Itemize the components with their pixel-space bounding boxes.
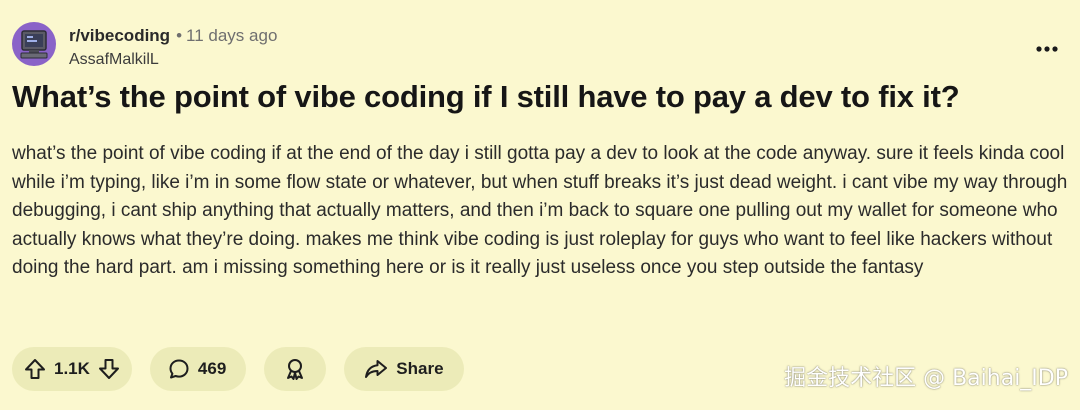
comment-bubble-icon	[169, 359, 189, 379]
post-header: r/vibecoding • 11 days ago AssafMalkilL	[12, 22, 277, 71]
author-link[interactable]: AssafMalkilL	[69, 49, 277, 71]
post-meta-line: r/vibecoding • 11 days ago	[69, 24, 277, 48]
share-label: Share	[396, 359, 444, 378]
vote-control: 1.1K	[12, 347, 132, 391]
computer-icon	[20, 30, 48, 59]
vote-count: 1.1K	[54, 359, 90, 378]
post-body: what’s the point of vibe coding if at th…	[12, 143, 1068, 278]
share-button[interactable]: Share	[344, 347, 464, 391]
award-button[interactable]	[264, 347, 327, 391]
subreddit-link[interactable]: r/vibecoding	[69, 26, 170, 45]
comments-button[interactable]: 469	[149, 347, 247, 391]
more-options-icon	[1036, 46, 1058, 52]
more-options-button[interactable]	[1030, 32, 1064, 66]
upvote-arrow-icon	[25, 359, 45, 379]
share-arrow-icon	[365, 360, 388, 378]
award-ribbon-icon	[287, 359, 304, 380]
post-title[interactable]: What’s the point of vibe coding if I sti…	[12, 76, 960, 118]
upvote-button[interactable]	[24, 358, 46, 380]
post-meta: r/vibecoding • 11 days ago AssafMalkilL	[69, 24, 277, 71]
post-time: 11 days ago	[186, 26, 278, 45]
meta-separator: •	[176, 26, 183, 45]
comment-icon-wrap	[168, 358, 190, 380]
downvote-arrow-icon	[98, 359, 119, 379]
subreddit-avatar[interactable]	[12, 22, 56, 66]
watermark: 掘金技术社区 @ Baihai_IDP	[784, 366, 1068, 391]
share-icon-wrap	[364, 358, 388, 380]
downvote-button[interactable]	[98, 358, 120, 380]
comment-count: 469	[197, 359, 227, 378]
post-action-bar: 1.1K 469 Share	[12, 347, 464, 391]
